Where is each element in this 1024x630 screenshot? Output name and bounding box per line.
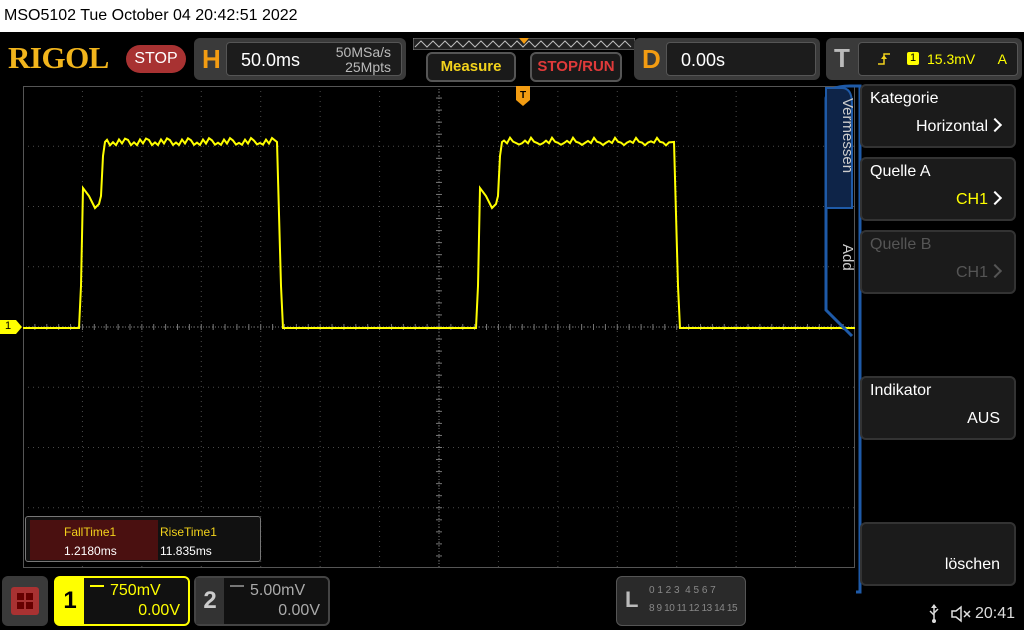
trigger-mode: A — [997, 51, 1007, 67]
trigger-source-badge: 1 — [907, 52, 919, 65]
trigger-panel[interactable]: T 1 15.3mV A — [826, 38, 1022, 80]
ch2-scale: 5.00mV — [250, 582, 306, 599]
menu-label: Kategorie — [870, 90, 939, 107]
menu-value: CH1 — [956, 190, 1003, 209]
delay-box: 0.00s — [666, 42, 816, 76]
menu-item-indikator[interactable]: Indikator AUS — [860, 376, 1016, 440]
logic-letter: L — [625, 587, 639, 612]
trigger-position-icon: T — [516, 86, 530, 113]
delay-letter: D — [642, 44, 661, 74]
svg-text:T: T — [520, 90, 526, 101]
menu-item-kategorie[interactable]: Kategorie Horizontal — [860, 84, 1016, 148]
rise-time-label: RiseTime1 — [160, 525, 217, 539]
menu-label: Quelle A — [870, 163, 931, 180]
timebase-box: 50.0ms 50MSa/s 25Mpts — [226, 42, 402, 76]
fall-time-cell: FallTime1 1.2180ms — [30, 520, 158, 560]
usb-icon — [929, 604, 939, 623]
delay-value: 0.00s — [681, 50, 726, 70]
speaker-muted-icon[interactable] — [950, 605, 972, 623]
fall-time-value: 1.2180ms — [64, 544, 117, 558]
chevron-right-icon — [987, 190, 1003, 206]
chevron-right-icon — [987, 117, 1003, 133]
measurement-panel: FallTime1 1.2180ms RiseTime1 11.835ms — [25, 516, 261, 562]
ch2-panel[interactable]: 2 5.00mV 0.00V — [194, 576, 330, 626]
logic-channels-row1: 0 1 2 3 4 5 6 7 — [649, 585, 716, 596]
menu-value: Horizontal — [916, 117, 1003, 136]
trigger-box: 1 15.3mV A — [858, 42, 1018, 76]
app-menu-button[interactable] — [2, 576, 48, 626]
fall-time-label: FallTime1 — [64, 525, 117, 539]
memory-depth: 25Mpts — [345, 59, 391, 75]
rise-time-value: 11.835ms — [160, 544, 212, 558]
dc-coupling-icon — [90, 585, 104, 595]
timebase-value: 50.0ms — [241, 50, 301, 70]
dc-coupling-icon — [230, 585, 244, 595]
menu-label: Quelle B — [870, 236, 932, 253]
ch1-offset-marker[interactable]: 1 — [0, 320, 22, 339]
menu-label: Indikator — [870, 382, 932, 399]
grid-menu-icon — [11, 587, 39, 615]
horizontal-panel[interactable]: H 50.0ms 50MSa/s 25Mpts — [194, 38, 406, 80]
logic-channels-row2: 8 9 10 11 12 13 14 15 — [649, 603, 738, 614]
trigger-letter: T — [834, 43, 850, 73]
tab-vermessen[interactable]: Vermessen — [832, 98, 856, 198]
delay-panel[interactable]: D 0.00s — [634, 38, 820, 80]
ch2-number: 2 — [196, 578, 224, 624]
menu-item-quelle-b: Quelle B CH1 — [860, 230, 1016, 294]
logic-panel[interactable]: L 0 1 2 3 4 5 6 7 8 9 10 11 12 13 14 15 — [616, 576, 746, 626]
title-text: MSO5102 Tue October 04 20:42:51 2022 — [4, 7, 298, 24]
memory-overview — [412, 37, 636, 51]
rigol-logo: RIGOL — [8, 40, 109, 75]
ch2-offset: 0.00V — [278, 602, 320, 619]
waveform-display[interactable] — [23, 86, 855, 568]
tab-add[interactable]: Add — [832, 244, 856, 284]
sample-rate: 50MSa/s — [335, 44, 391, 60]
ch1-scale: 750mV — [110, 582, 161, 599]
menu-value: AUS — [967, 410, 1000, 427]
ch1-offset: 0.00V — [138, 602, 180, 619]
menu-value: CH1 — [956, 263, 1003, 282]
chevron-right-icon — [987, 263, 1003, 279]
clock-time: 20:41 — [975, 605, 1016, 622]
run-state-badge[interactable]: STOP — [126, 45, 186, 73]
title-bar: MSO5102 Tue October 04 20:42:51 2022 — [0, 0, 1024, 32]
ch1-number: 1 — [56, 578, 84, 624]
menu-item-loeschen[interactable]: löschen — [860, 522, 1016, 586]
ch1-panel[interactable]: 1 750mV 0.00V — [54, 576, 190, 626]
measure-button[interactable]: Measure — [426, 52, 516, 82]
stop-run-button[interactable]: STOP/RUN — [530, 52, 622, 82]
trigger-level: 15.3mV — [927, 51, 976, 67]
horizontal-letter: H — [202, 44, 221, 74]
rising-edge-icon — [878, 53, 890, 65]
menu-value: löschen — [944, 556, 1000, 573]
menu-item-quelle-a[interactable]: Quelle A CH1 — [860, 157, 1016, 221]
memory-overview-graphic — [412, 37, 636, 51]
